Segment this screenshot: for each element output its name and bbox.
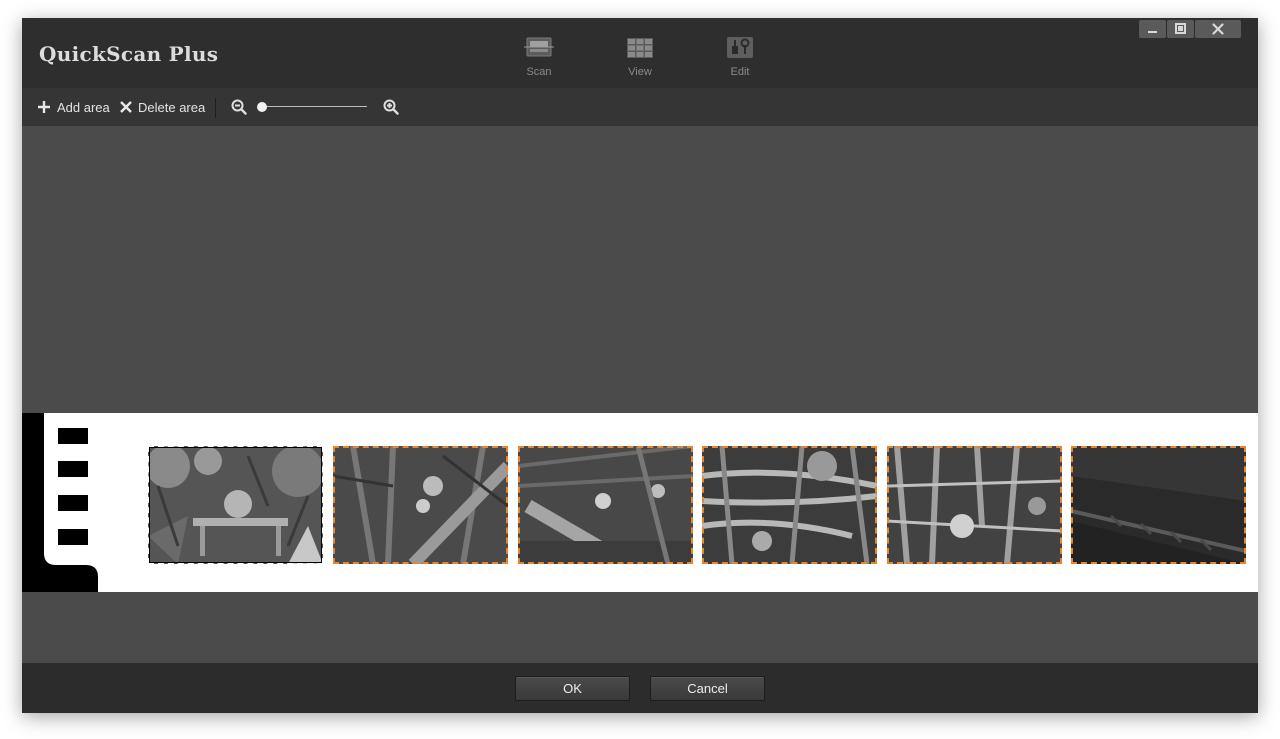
film-frame-4[interactable] <box>702 446 877 564</box>
zoom-out-icon <box>231 99 247 115</box>
film-edge-graphic <box>22 413 98 592</box>
film-frame-6[interactable] <box>1071 446 1246 564</box>
app-title: QuickScan Plus <box>39 42 219 66</box>
grid-view-icon <box>625 36 655 60</box>
mode-edit-button[interactable]: Edit <box>710 36 770 78</box>
title-bar: QuickScan Plus Scan View Edit <box>22 18 1258 88</box>
minimize-icon <box>1148 31 1157 33</box>
frame-selection-outline <box>148 446 323 564</box>
zoom-slider-handle[interactable] <box>257 102 267 112</box>
mode-scan-button[interactable]: Scan <box>509 36 569 78</box>
close-x-icon <box>120 101 132 113</box>
mode-edit-label: Edit <box>730 66 750 78</box>
film-frame-2[interactable] <box>333 446 508 564</box>
frame-selection-outline <box>1071 446 1246 564</box>
filmstrip <box>22 413 1258 592</box>
cancel-button[interactable]: Cancel <box>650 676 765 701</box>
frame-selection-outline <box>702 446 877 564</box>
toolbar-divider <box>215 98 216 118</box>
maximize-icon <box>1175 23 1186 34</box>
ok-button[interactable]: OK <box>515 676 630 701</box>
frame-selection-outline <box>518 446 693 564</box>
plus-icon <box>38 101 50 113</box>
zoom-in-icon <box>383 99 399 115</box>
close-icon <box>1212 23 1224 35</box>
dialog-footer: OK Cancel <box>22 663 1258 713</box>
add-area-button[interactable]: Add area <box>37 98 110 116</box>
mode-scan-label: Scan <box>526 66 552 78</box>
toolbar: Add area Delete area <box>22 88 1258 126</box>
add-area-label: Add area <box>57 99 110 115</box>
delete-area-label: Delete area <box>138 99 206 115</box>
film-frame-5[interactable] <box>887 446 1062 564</box>
zoom-slider-track[interactable] <box>259 106 367 107</box>
zoom-in-button[interactable] <box>383 98 399 116</box>
mode-view-button[interactable]: View <box>610 36 670 78</box>
minimize-button[interactable] <box>1139 20 1166 38</box>
scanner-icon <box>524 36 554 60</box>
delete-area-button[interactable]: Delete area <box>119 98 205 116</box>
app-window: QuickScan Plus Scan View Edit Add area D… <box>22 18 1258 713</box>
window-controls <box>1138 20 1241 38</box>
zoom-out-button[interactable] <box>231 98 247 116</box>
film-frame-3[interactable] <box>518 446 693 564</box>
frame-selection-outline <box>887 446 1062 564</box>
maximize-button[interactable] <box>1167 20 1194 38</box>
film-frame-1[interactable] <box>148 446 323 564</box>
preview-canvas <box>22 126 1258 663</box>
mode-view-label: View <box>628 66 652 78</box>
close-button[interactable] <box>1195 20 1241 38</box>
frame-selection-outline <box>333 446 508 564</box>
edit-tools-icon <box>725 36 755 60</box>
